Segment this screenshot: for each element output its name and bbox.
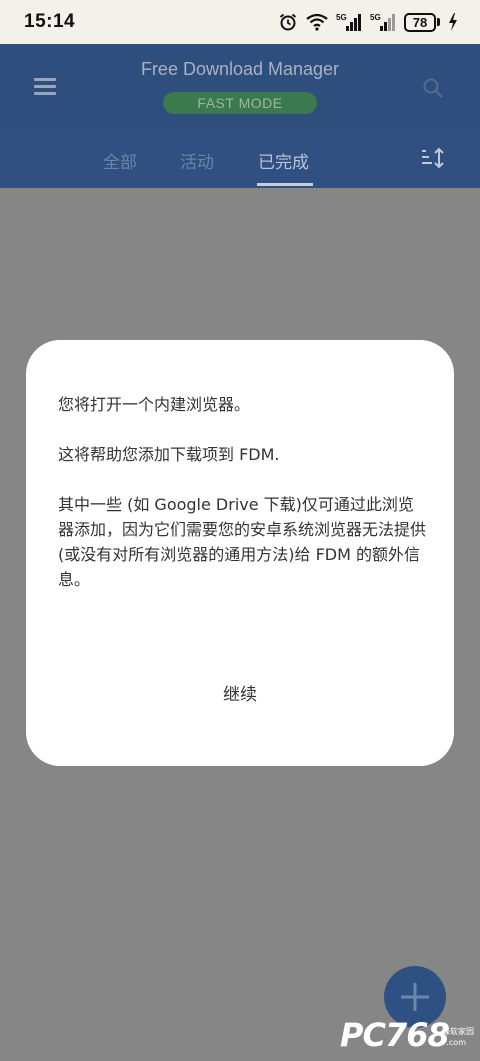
browser-info-dialog: 您将打开一个内建浏览器。 这将帮助您添加下载项到 FDM. 其中一些 (如 Go…: [26, 340, 454, 766]
tab-active[interactable]: 活动: [180, 148, 214, 173]
signal-5g-icon: 5G: [336, 12, 362, 32]
menu-icon[interactable]: [34, 78, 58, 96]
dialog-paragraph-2: 这将帮助您添加下载项到 FDM.: [58, 445, 280, 464]
tab-indicator: [257, 183, 313, 186]
status-time: 15:14: [24, 11, 76, 32]
dialog-paragraph-1: 您将打开一个内建浏览器。: [58, 395, 251, 414]
signal-label-2: 5G: [370, 13, 381, 22]
wifi-icon: [306, 13, 328, 31]
watermark-text: PC768: [340, 1016, 450, 1054]
alarm-icon: [278, 12, 298, 32]
dialog-paragraph-3: 其中一些 (如 Google Drive 下载)仅可通过此浏览器添加，因为它们需…: [58, 495, 427, 589]
app-bar: Free Download Manager FAST MODE: [0, 44, 480, 128]
tab-all[interactable]: 全部: [103, 148, 137, 173]
fast-mode-badge[interactable]: FAST MODE: [163, 92, 317, 114]
signal-5g-icon: 5G: [370, 12, 396, 32]
plus-icon: [401, 983, 429, 1011]
signal-label-1: 5G: [336, 13, 347, 22]
battery-level: 78: [404, 12, 436, 32]
app-title: Free Download Manager: [140, 59, 340, 79]
tab-bar: 全部 活动 已完成: [0, 128, 480, 188]
watermark-sub: 绿软家园: [442, 1027, 474, 1036]
continue-button[interactable]: 继续: [26, 680, 454, 710]
sort-icon[interactable]: [421, 147, 445, 169]
charging-icon: [448, 13, 458, 31]
watermark-domain: .com: [446, 1038, 466, 1047]
tab-completed[interactable]: 已完成: [258, 148, 309, 173]
status-bar: 15:14 5G 5G 78: [0, 0, 480, 44]
watermark: PC768 绿软家园 .com: [340, 1016, 474, 1056]
search-icon[interactable]: [422, 77, 444, 99]
battery-icon: 78: [404, 12, 440, 32]
status-icons: 5G 5G 78: [278, 12, 458, 32]
dialog-message: 您将打开一个内建浏览器。 这将帮助您添加下载项到 FDM. 其中一些 (如 Go…: [58, 392, 428, 617]
